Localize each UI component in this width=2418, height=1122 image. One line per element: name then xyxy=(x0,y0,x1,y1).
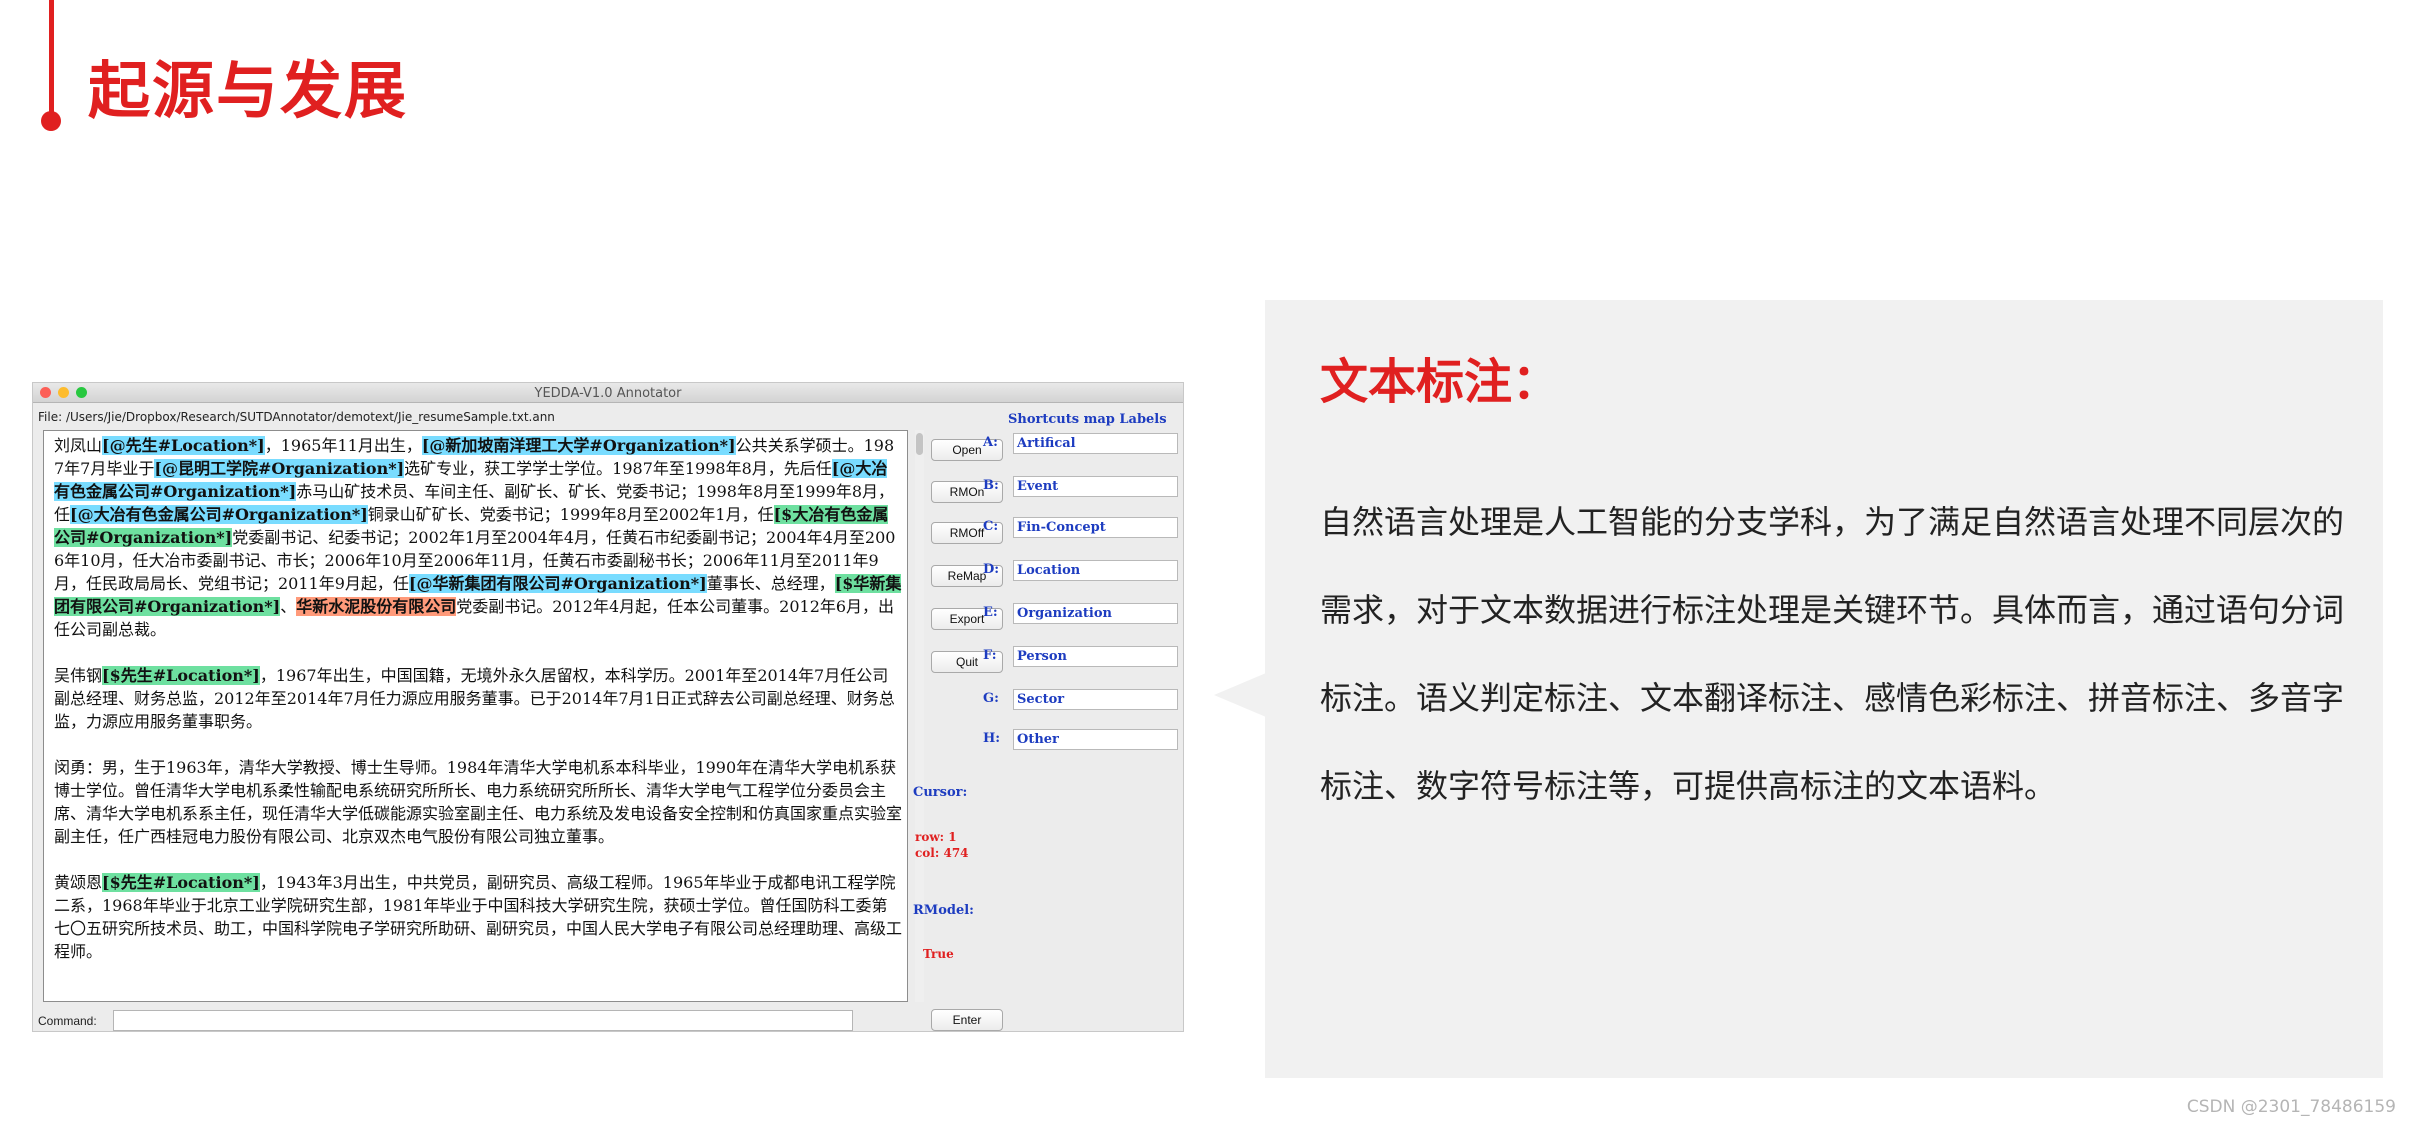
shortcut-label-h-field[interactable]: Other xyxy=(1013,729,1178,750)
title-accent-line xyxy=(49,0,54,118)
shortcut-label-d-field[interactable]: Location xyxy=(1013,560,1178,581)
text-segment: 、 xyxy=(280,597,297,616)
entity-tag: [@先生#Location*] xyxy=(102,436,265,455)
text-segment: 黄颂恩 xyxy=(54,873,103,892)
text-scrollbar-thumb[interactable] xyxy=(916,433,923,455)
rmodel-label: RModel: xyxy=(913,903,974,918)
file-path: File: /Users/Jie/Dropbox/Research/SUTDAn… xyxy=(38,410,555,424)
shortcut-label-f-field[interactable]: Person xyxy=(1013,646,1178,667)
shortcut-key-b: B: xyxy=(983,478,999,493)
shortcut-label-e-field[interactable]: Organization xyxy=(1013,603,1178,624)
text-segment: 闵勇：男，生于1963年，清华大学教授、博士生导师。1984年清华大学电机系本科… xyxy=(54,758,903,846)
shortcut-label-c-field[interactable]: Fin-Concept xyxy=(1013,517,1178,538)
watermark: CSDN @2301_78486159 xyxy=(2186,1097,2396,1117)
shortcut-key-d: D: xyxy=(983,562,1000,577)
text-segment: ，1965年11月出生， xyxy=(264,436,422,455)
text-paragraph: 闵勇：男，生于1963年，清华大学教授、博士生导师。1984年清华大学电机系本科… xyxy=(54,756,902,848)
command-label: Command: xyxy=(38,1014,97,1028)
text-paragraph: 刘凤山[@先生#Location*]，1965年11月出生，[@新加坡南洋理工大… xyxy=(54,434,902,641)
shortcut-label-a-field[interactable]: Artifical xyxy=(1013,433,1178,454)
entity-tag: [@新加坡南洋理工大学#Organization*] xyxy=(421,436,736,455)
text-segment: 铜录山矿矿长、党委书记；1999年8月至2002年1月，任 xyxy=(367,505,774,524)
panel-body: 自然语言处理是人工智能的分支学科，为了满足自然语言处理不同层次的需求，对于文本数… xyxy=(1320,503,2345,805)
text-paragraph: 黄颂恩[$先生#Location*]，1943年3月出生，中共党员，副研究员、高… xyxy=(54,871,902,963)
entity-tag: [@昆明工学院#Organization*] xyxy=(154,459,405,478)
shortcut-key-g: G: xyxy=(983,691,999,706)
window-titlebar: YEDDA-V1.0 Annotator xyxy=(33,383,1183,403)
shortcut-key-h: H: xyxy=(983,731,1001,746)
entity-tag: [@大冶有色金属公司#Organization*] xyxy=(70,505,368,524)
enter-button[interactable]: Enter xyxy=(931,1009,1003,1031)
title-accent-dot xyxy=(41,111,61,131)
text-segment: 选矿专业，获工学学士学位。1987年至1998年8月，先后任 xyxy=(404,459,832,478)
callout-pointer xyxy=(1214,673,1266,717)
shortcut-key-e: E: xyxy=(983,605,998,620)
text-paragraph: 吴伟钢[$先生#Location*]，1967年出生，中国国籍，无境外永久居留权… xyxy=(54,664,902,733)
entity-tag: [$先生#Location*] xyxy=(102,873,260,892)
annotator-window: YEDDA-V1.0 Annotator File: /Users/Jie/Dr… xyxy=(32,382,1184,1032)
shortcut-key-f: F: xyxy=(983,648,997,663)
description-panel: 文本标注： 自然语言处理是人工智能的分支学科，为了满足自然语言处理不同层次的需求… xyxy=(1265,300,2383,1078)
entity-tag: 华新水泥股份有限公司 xyxy=(296,597,457,616)
entity-tag: [@华新集团有限公司#Organization*] xyxy=(408,574,707,593)
text-segment: 刘凤山 xyxy=(54,436,103,455)
shortcuts-title: Shortcuts map Labels xyxy=(1008,412,1167,427)
shortcut-label-g-field[interactable]: Sector xyxy=(1013,689,1178,710)
rmodel-value: True xyxy=(923,947,954,961)
shortcut-label-b-field[interactable]: Event xyxy=(1013,476,1178,497)
shortcut-key-c: C: xyxy=(983,519,999,534)
page-title: 起源与发展 xyxy=(88,54,409,127)
shortcut-key-a: A: xyxy=(983,435,998,450)
entity-tag: [$先生#Location*] xyxy=(102,666,260,685)
cursor-col: col: 474 xyxy=(915,846,969,860)
text-segment: 董事长、总经理， xyxy=(706,574,835,593)
annotation-text-area[interactable]: 刘凤山[@先生#Location*]，1965年11月出生，[@新加坡南洋理工大… xyxy=(43,430,908,1002)
command-input[interactable] xyxy=(113,1010,853,1031)
window-title: YEDDA-V1.0 Annotator xyxy=(534,386,682,401)
text-segment: 吴伟钢 xyxy=(54,666,103,685)
panel-title: 文本标注： xyxy=(1320,354,1561,410)
cursor-row: row: 1 xyxy=(915,830,957,844)
cursor-label: Cursor: xyxy=(913,785,968,800)
